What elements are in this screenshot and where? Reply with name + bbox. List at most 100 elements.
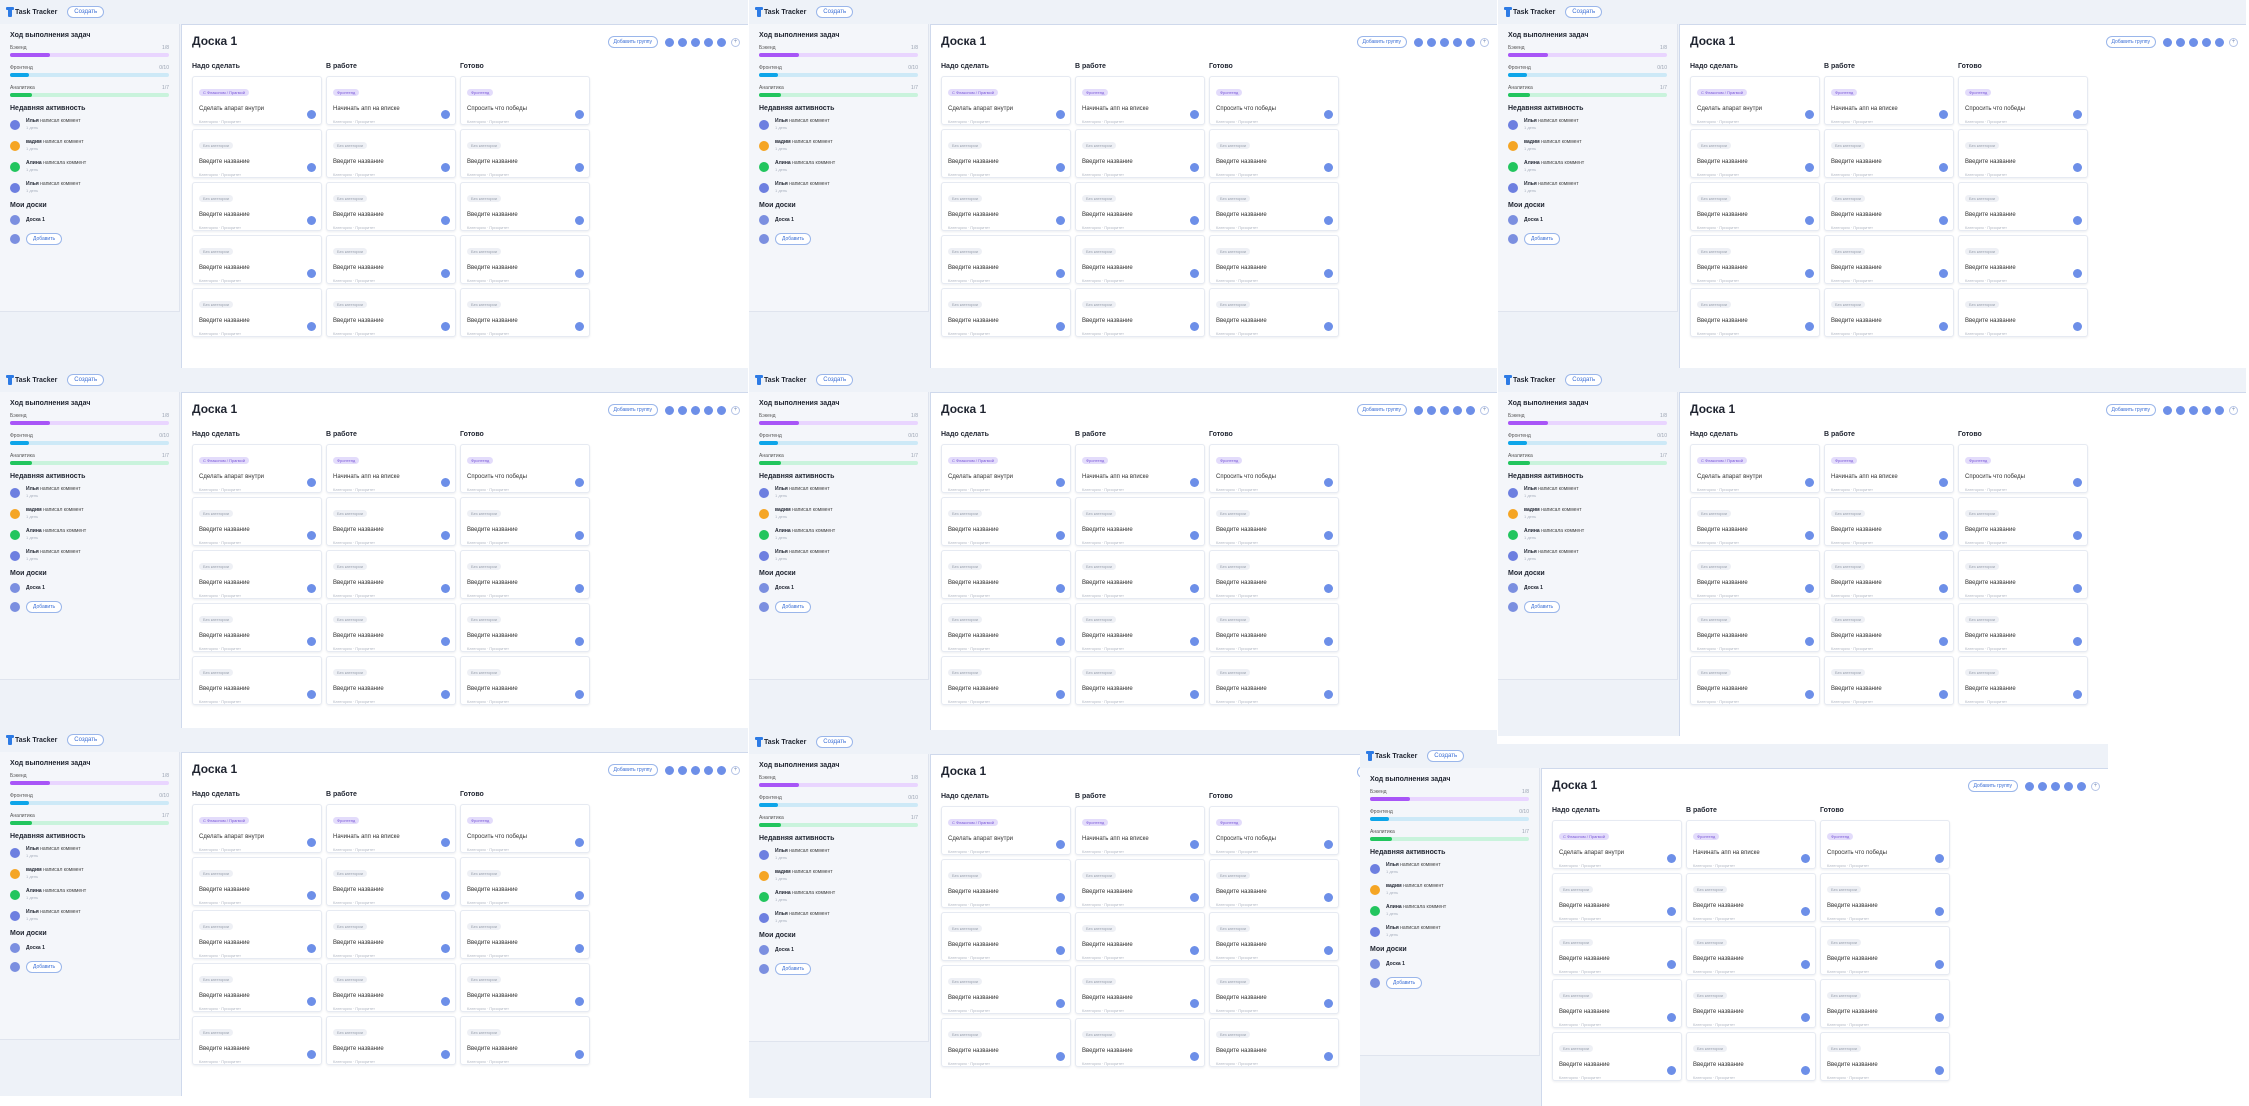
assignee-avatar[interactable] [1935, 907, 1944, 916]
activity-item[interactable]: Алина написала коммент 1 день [759, 528, 918, 540]
activity-item[interactable]: Илья написал коммент 1 день [1370, 925, 1529, 937]
task-card[interactable]: Без категории Введите название Категория ·… [1552, 979, 1682, 1028]
create-button[interactable]: Создать [1565, 374, 1603, 386]
task-card[interactable]: Без категории Введите название Категория ·… [1209, 912, 1339, 961]
task-card[interactable]: Фронтенд Начинать апп на вписке Категория … [1824, 444, 1954, 493]
task-card[interactable]: Фронтенд Спросить что победы Категория · П… [1209, 806, 1339, 855]
add-member-icon[interactable]: + [2091, 781, 2100, 791]
assignee-avatar[interactable] [1801, 907, 1810, 916]
assignee-avatar[interactable] [1801, 1066, 1810, 1075]
task-card[interactable]: Фронтенд Спросить что победы Категория · П… [1209, 444, 1339, 493]
assignee-avatar[interactable] [1939, 110, 1948, 119]
assignee-avatar[interactable] [575, 690, 584, 699]
assignee-avatar[interactable] [441, 584, 450, 593]
task-card[interactable]: Без категории Введите название Категория ·… [192, 129, 322, 178]
assignee-avatar[interactable] [1667, 1066, 1676, 1075]
task-card[interactable]: С Флаконом / Прагмой Сделать апарат внутр… [192, 444, 322, 493]
add-member-icon[interactable]: + [1480, 37, 1489, 47]
member-avatar[interactable] [690, 764, 701, 776]
task-card[interactable]: Без категории Введите название Категория ·… [192, 656, 322, 705]
task-card[interactable]: Фронтенд Начинать апп на вписке Категория … [1686, 820, 1816, 869]
create-button[interactable]: Создать [67, 6, 105, 18]
assignee-avatar[interactable] [1324, 584, 1333, 593]
assignee-avatar[interactable] [1939, 163, 1948, 172]
assignee-avatar[interactable] [1324, 531, 1333, 540]
assignee-avatar[interactable] [575, 163, 584, 172]
member-avatar[interactable] [716, 36, 727, 48]
assignee-avatar[interactable] [575, 216, 584, 225]
app-logo[interactable]: Task Tracker [1504, 7, 1555, 17]
task-card[interactable]: Фронтенд Спросить что победы Категория · П… [460, 76, 590, 125]
assignee-avatar[interactable] [1805, 690, 1814, 699]
assignee-avatar[interactable] [1190, 322, 1199, 331]
task-card[interactable]: Без категории Введите название Категория ·… [326, 963, 456, 1012]
create-button[interactable]: Создать [1565, 6, 1603, 18]
task-card[interactable]: Без категории Введите название Категория ·… [460, 129, 590, 178]
task-card[interactable]: Без категории Введите название Категория ·… [1075, 288, 1205, 337]
task-card[interactable]: Без категории Введите название Категория ·… [1690, 129, 1820, 178]
assignee-avatar[interactable] [1190, 893, 1199, 902]
assignee-avatar[interactable] [2073, 584, 2082, 593]
assignee-avatar[interactable] [1935, 854, 1944, 863]
member-avatar[interactable] [2162, 36, 2173, 48]
assignee-avatar[interactable] [575, 478, 584, 487]
assignee-avatar[interactable] [1801, 960, 1810, 969]
assignee-avatar[interactable] [1190, 690, 1199, 699]
member-avatar[interactable] [1426, 404, 1437, 416]
task-card[interactable]: Без категории Введите название Категория ·… [1686, 1032, 1816, 1081]
task-card[interactable]: Без категории Введите название Категория ·… [460, 235, 590, 284]
assignee-avatar[interactable] [1190, 584, 1199, 593]
assignee-avatar[interactable] [1056, 637, 1065, 646]
add-member-icon[interactable]: + [2229, 37, 2238, 47]
task-card[interactable]: Без категории Введите название Категория ·… [1209, 603, 1339, 652]
assignee-avatar[interactable] [441, 838, 450, 847]
member-avatar[interactable] [1439, 404, 1450, 416]
activity-item[interactable]: вадим написал коммент 1 день [1370, 883, 1529, 895]
task-card[interactable]: Без категории Введите название Категория ·… [1820, 979, 1950, 1028]
assignee-avatar[interactable] [2073, 269, 2082, 278]
task-card[interactable]: Без категории Введите название Категория ·… [326, 1016, 456, 1065]
add-member-icon[interactable]: + [731, 405, 740, 415]
task-card[interactable]: Без категории Введите название Категория ·… [1958, 182, 2088, 231]
task-card[interactable]: Без категории Введите название Категория ·… [1552, 1032, 1682, 1081]
assignee-avatar[interactable] [1056, 1052, 1065, 1061]
task-card[interactable]: С Флаконом / Прагмой Сделать апарат внутр… [192, 804, 322, 853]
board-link[interactable]: Доска 1 [1370, 959, 1529, 969]
member-avatar[interactable] [1465, 404, 1476, 416]
task-card[interactable]: Без категории Введите название Категория ·… [1552, 926, 1682, 975]
task-card[interactable]: Фронтенд Спросить что победы Категория · П… [1958, 76, 2088, 125]
task-card[interactable]: Без категории Введите название Категория ·… [192, 235, 322, 284]
task-card[interactable]: Без категории Введите название Категория ·… [941, 965, 1071, 1014]
assignee-avatar[interactable] [575, 637, 584, 646]
task-card[interactable]: Без категории Введите название Категория ·… [1075, 603, 1205, 652]
task-card[interactable]: Без категории Введите название Категория ·… [941, 859, 1071, 908]
task-card[interactable]: Без категории Введите название Категория ·… [192, 497, 322, 546]
app-logo[interactable]: Task Tracker [1504, 375, 1555, 385]
add-board-button[interactable]: Добавить [26, 233, 63, 245]
task-card[interactable]: Без категории Введите название Категория ·… [1209, 550, 1339, 599]
task-card[interactable]: С Флаконом / Прагмой Сделать апарат внутр… [1690, 444, 1820, 493]
activity-item[interactable]: вадим написал коммент 1 день [759, 139, 918, 151]
assignee-avatar[interactable] [1805, 216, 1814, 225]
app-logo[interactable]: Task Tracker [6, 7, 57, 17]
board-link[interactable]: Доска 1 [1508, 215, 1667, 225]
activity-item[interactable]: Илья написал коммент 1 день [10, 909, 169, 921]
member-avatar[interactable] [2037, 780, 2048, 792]
assignee-avatar[interactable] [1190, 110, 1199, 119]
task-card[interactable]: Без категории Введите название Категория ·… [326, 656, 456, 705]
assignee-avatar[interactable] [1190, 531, 1199, 540]
task-card[interactable]: Без категории Введите название Категория ·… [1958, 288, 2088, 337]
task-card[interactable]: Без категории Введите название Категория ·… [460, 656, 590, 705]
task-card[interactable]: Без категории Введите название Категория ·… [192, 963, 322, 1012]
assignee-avatar[interactable] [2073, 478, 2082, 487]
task-card[interactable]: Без категории Введите название Категория ·… [1690, 603, 1820, 652]
member-avatar[interactable] [2024, 780, 2035, 792]
task-card[interactable]: Фронтенд Начинать апп на вписке Категория … [326, 76, 456, 125]
task-card[interactable]: Без категории Введите название Категория ·… [460, 288, 590, 337]
assignee-avatar[interactable] [307, 891, 316, 900]
task-card[interactable]: Без категории Введите название Категория ·… [1075, 550, 1205, 599]
member-avatar[interactable] [1413, 404, 1424, 416]
task-card[interactable]: Без категории Введите название Категория ·… [1958, 550, 2088, 599]
member-avatar[interactable] [2214, 404, 2225, 416]
assignee-avatar[interactable] [1324, 269, 1333, 278]
